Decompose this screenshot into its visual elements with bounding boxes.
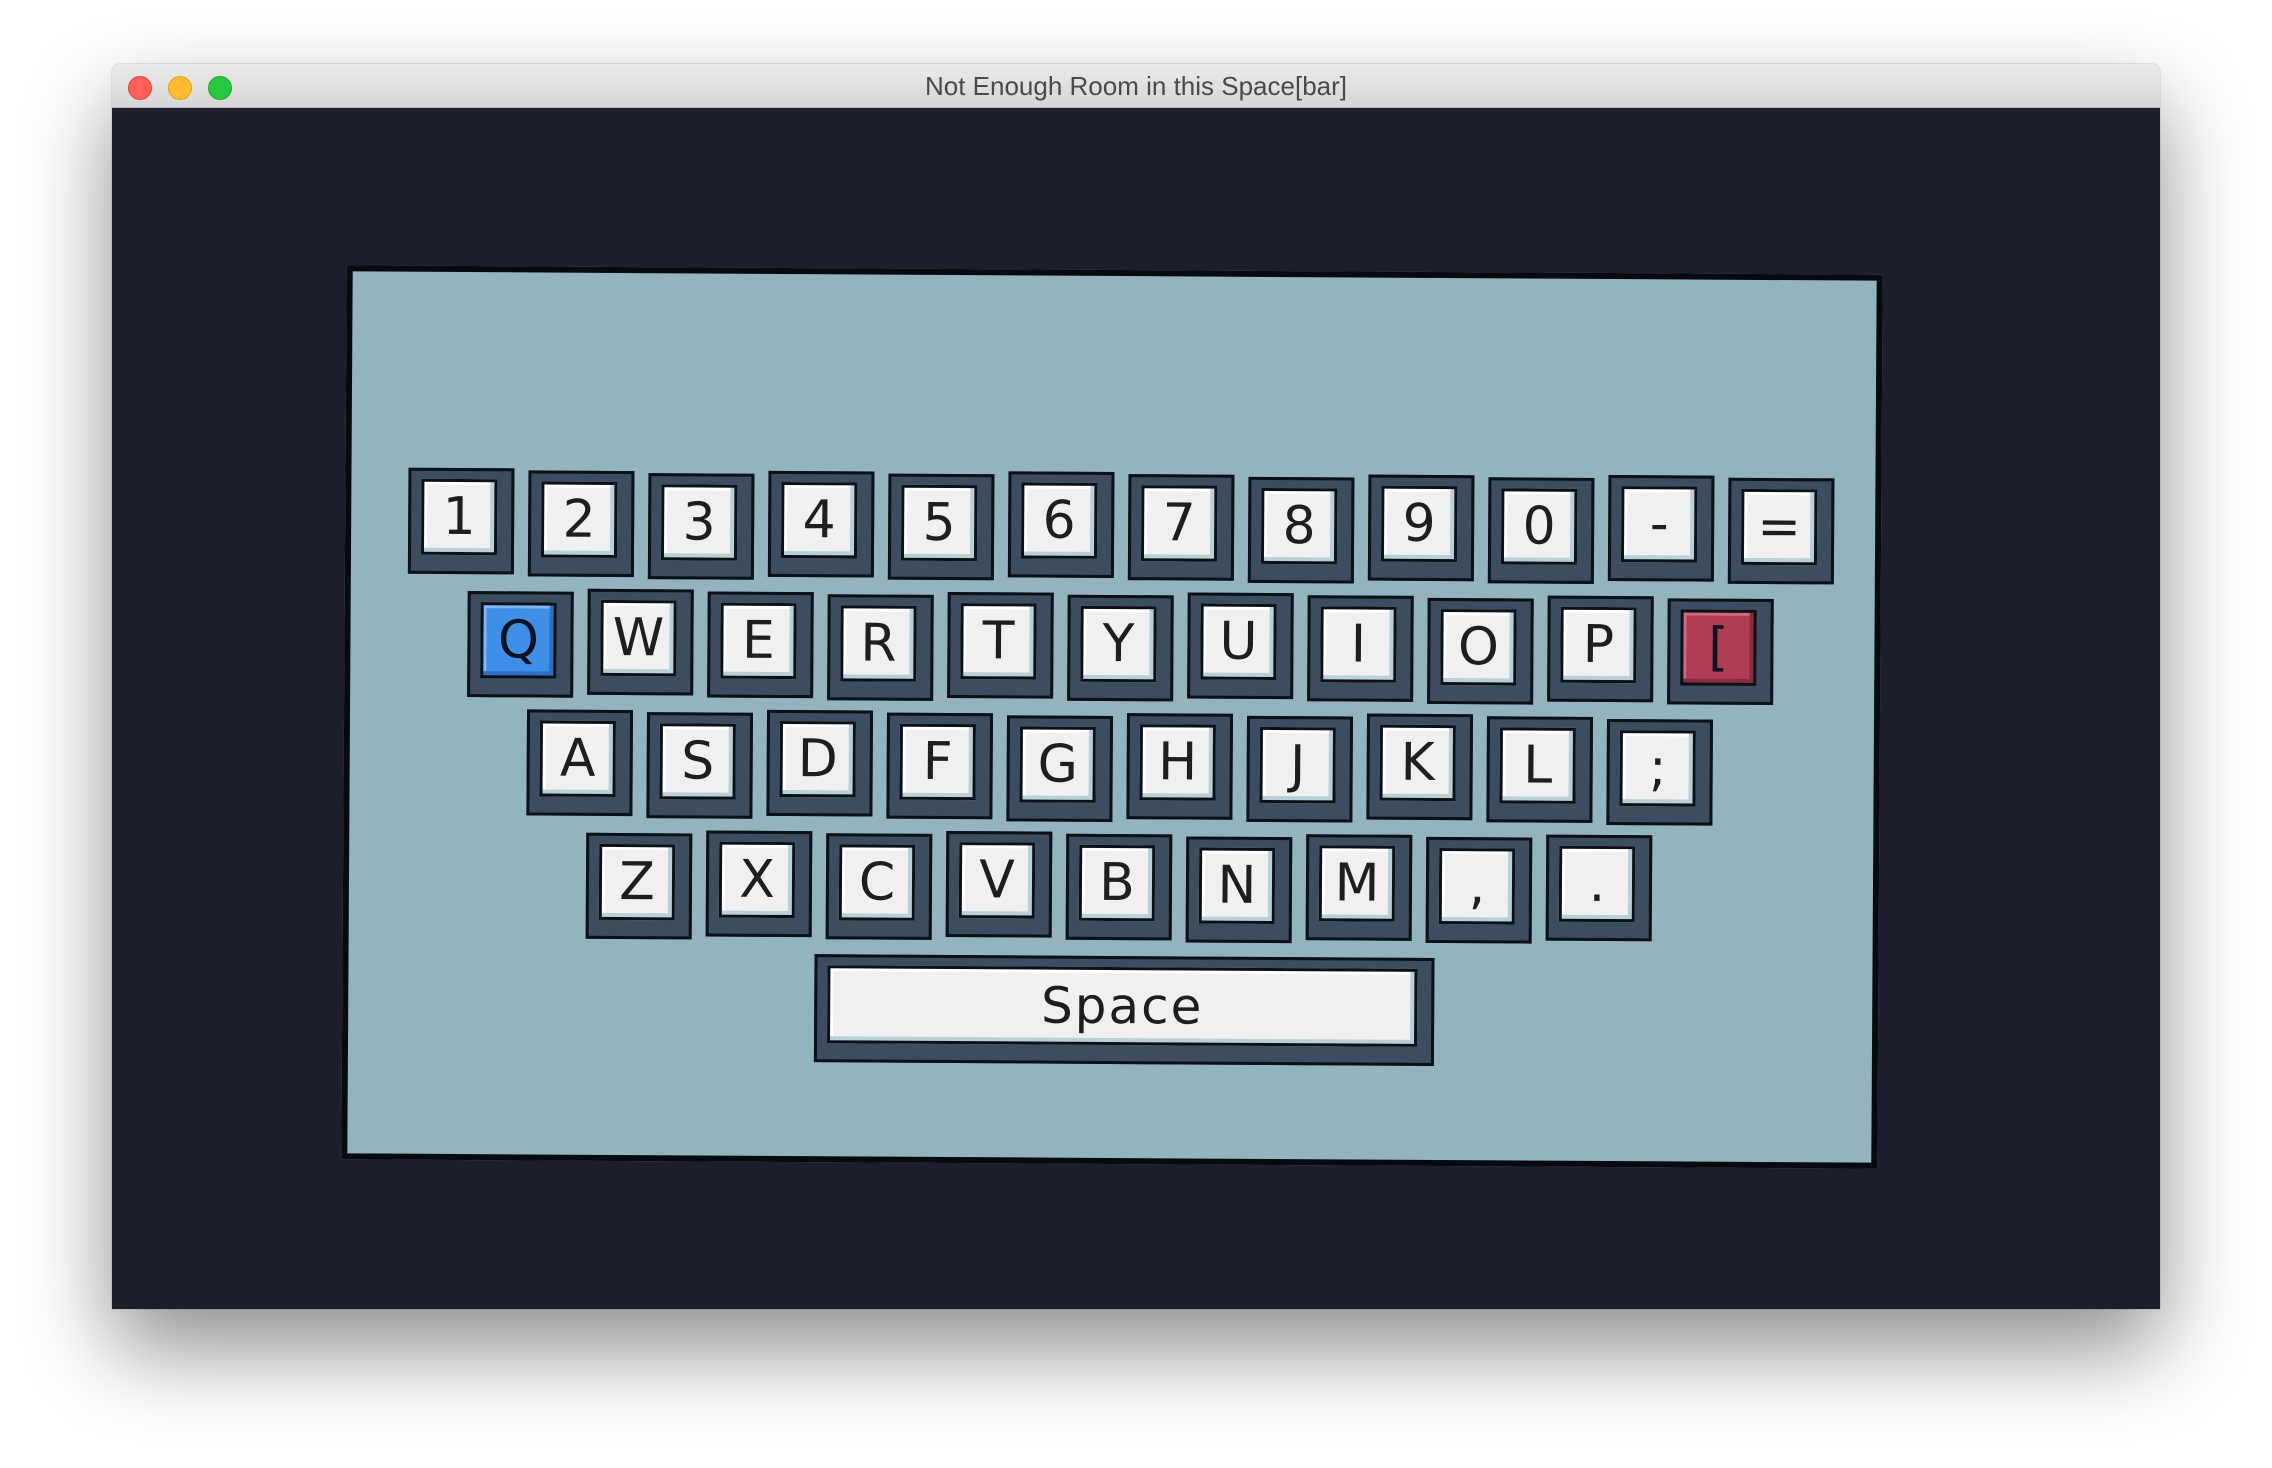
key-label: X — [718, 841, 796, 919]
key-p[interactable]: P — [1547, 595, 1654, 703]
key-f[interactable]: F — [886, 712, 994, 820]
key-r[interactable]: R — [827, 594, 934, 701]
key-label: [ — [1680, 609, 1757, 686]
key-q[interactable]: Q — [467, 591, 574, 698]
key-v[interactable]: V — [945, 830, 1053, 938]
key-s[interactable]: S — [646, 712, 754, 819]
key-label: K — [1379, 724, 1456, 802]
key-semicolon[interactable]: ; — [1606, 719, 1713, 826]
key-0[interactable]: 0 — [1487, 477, 1595, 584]
key-o[interactable]: O — [1427, 597, 1534, 705]
key-c[interactable]: C — [825, 833, 933, 940]
key-label: E — [720, 602, 797, 680]
key-label: A — [539, 720, 616, 797]
space-label: Space — [827, 965, 1418, 1047]
key-7[interactable]: 7 — [1127, 474, 1235, 581]
key-label: W — [600, 599, 677, 677]
key-y[interactable]: Y — [1067, 594, 1174, 702]
key-period[interactable]: . — [1545, 834, 1653, 942]
key-z[interactable]: Z — [585, 832, 693, 940]
key-label: . — [1558, 845, 1636, 923]
key-label: L — [1499, 727, 1576, 804]
window-title: Not Enough Room in this Space[bar] — [924, 71, 1348, 101]
key-d[interactable]: D — [766, 709, 874, 817]
key-j[interactable]: J — [1246, 715, 1354, 823]
key-a[interactable]: A — [526, 709, 634, 817]
title-bar: Not Enough Room in this Space[bar] — [112, 64, 2160, 108]
key-label: T — [960, 603, 1037, 680]
key-x[interactable]: X — [705, 830, 813, 938]
key-u[interactable]: U — [1187, 592, 1294, 700]
key-b[interactable]: B — [1065, 833, 1173, 941]
key-e[interactable]: E — [707, 591, 814, 699]
key-label: V — [958, 842, 1036, 919]
key-label: 3 — [660, 484, 738, 561]
key-l[interactable]: L — [1486, 716, 1594, 823]
keyboard-board: 1 2 3 4 5 6 7 8 9 0- = Q W E R T Y U I O P [ A S D F G H J K L; Z X C V B N M… — [341, 265, 1883, 1169]
key-i[interactable]: I — [1307, 595, 1414, 702]
key-label: B — [1078, 844, 1156, 922]
key-label: = — [1740, 488, 1818, 566]
key-8[interactable]: 8 — [1247, 476, 1355, 584]
key-label: 1 — [420, 478, 498, 556]
key-label: I — [1320, 606, 1397, 683]
key-t[interactable]: T — [947, 591, 1054, 699]
key-label: 6 — [1020, 482, 1098, 559]
key-h[interactable]: H — [1126, 713, 1234, 820]
key-label: Y — [1080, 605, 1157, 683]
key-label: U — [1200, 603, 1277, 681]
key-4[interactable]: 4 — [767, 470, 875, 578]
key-label: 8 — [1260, 487, 1338, 565]
key-label: 9 — [1380, 485, 1458, 563]
key-label: J — [1259, 726, 1336, 804]
key-label: R — [840, 605, 917, 682]
key-label: N — [1198, 847, 1276, 924]
game-window: Not Enough Room in this Space[bar] 12345… — [112, 64, 2160, 1309]
key-label: M — [1318, 845, 1396, 922]
key-n[interactable]: N — [1185, 836, 1293, 944]
key-label: D — [779, 720, 856, 798]
key-label: G — [1019, 726, 1096, 803]
game-stage: 1 2 3 4 5 6 7 8 9 0- = Q W E R T Y U I O P [ A S D F G H J K L; Z X C V B N M… — [112, 108, 2160, 1309]
key-label: Z — [598, 843, 676, 921]
key-label: S — [659, 723, 736, 800]
key-m[interactable]: M — [1305, 834, 1413, 941]
key-1[interactable]: 1 — [407, 467, 515, 575]
key-5[interactable]: 5 — [887, 473, 995, 581]
key-6[interactable]: 6 — [1007, 471, 1115, 579]
key-label: - — [1620, 486, 1698, 563]
key-g[interactable]: G — [1006, 715, 1114, 823]
key-label: H — [1139, 724, 1216, 801]
key-comma[interactable]: , — [1425, 836, 1533, 944]
key-label: P — [1560, 606, 1637, 684]
key-space[interactable]: Space — [813, 954, 1435, 1066]
key-3[interactable]: 3 — [647, 473, 755, 580]
key-label: 0 — [1500, 488, 1578, 565]
key-label: O — [1440, 609, 1517, 686]
key-9[interactable]: 9 — [1367, 474, 1475, 582]
key-w[interactable]: W — [587, 588, 694, 696]
key-left-bracket[interactable]: [ — [1667, 598, 1774, 706]
key-minus[interactable]: - — [1607, 475, 1715, 582]
key-label: , — [1438, 848, 1516, 925]
key-label: 4 — [780, 481, 858, 559]
key-2[interactable]: 2 — [527, 470, 635, 578]
key-k[interactable]: K — [1366, 713, 1474, 821]
key-label: F — [899, 723, 976, 801]
key-label: 5 — [900, 484, 978, 562]
key-label: C — [838, 844, 916, 921]
key-equals[interactable]: = — [1727, 477, 1835, 585]
key-label: Q — [480, 602, 557, 679]
key-label: 7 — [1140, 485, 1218, 562]
key-label: 2 — [540, 481, 618, 558]
key-label: ; — [1619, 730, 1696, 807]
